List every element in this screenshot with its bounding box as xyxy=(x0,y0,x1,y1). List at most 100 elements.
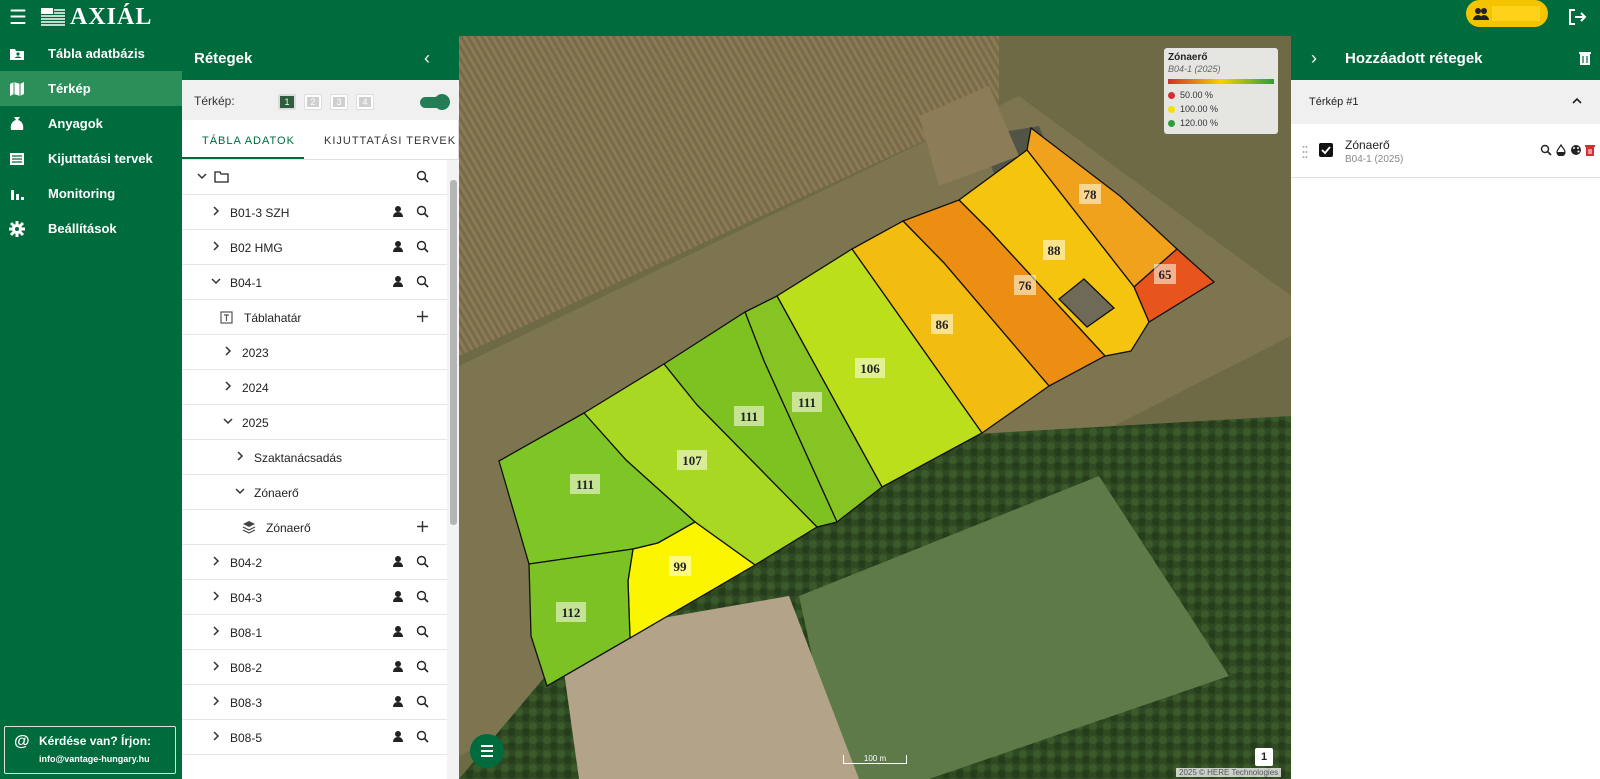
palette-icon[interactable] xyxy=(1570,144,1582,156)
chevron-right-icon[interactable] xyxy=(210,555,222,567)
added-layer-item[interactable]: Zónaerő B04-1 (2025) xyxy=(1291,124,1600,178)
layers-panel: Rétegek ‹ Térkép: 1 2 3 4 TÁBLA ADATOK K… xyxy=(182,36,459,779)
zoom-icon[interactable] xyxy=(416,170,429,183)
user-pin-icon[interactable] xyxy=(392,625,404,638)
nav-item-beallitasok[interactable]: Beállítások xyxy=(0,211,182,246)
tree-row[interactable]: Zónaerő xyxy=(182,475,447,510)
layer-visibility-checkbox[interactable] xyxy=(1319,143,1333,157)
add-icon[interactable] xyxy=(416,310,429,323)
user-pin-icon[interactable] xyxy=(392,240,404,253)
legend-item: 120.00 % xyxy=(1168,118,1218,128)
tree-row[interactable]: B08-3 xyxy=(182,685,447,720)
zoom-icon[interactable] xyxy=(416,695,429,708)
zoom-icon[interactable] xyxy=(416,730,429,743)
tab-tabla-adatok[interactable]: TÁBLA ADATOK xyxy=(202,135,295,147)
logout-icon[interactable] xyxy=(1566,6,1588,28)
tree-row[interactable]: 2024 xyxy=(182,370,447,405)
map-view[interactable]: 78 65 88 76 86 106 111 111 107 111 99 112 xyxy=(459,36,1291,779)
tree-row[interactable]: B08-2 xyxy=(182,650,447,685)
nav-item-terkep[interactable]: Térkép xyxy=(0,71,182,106)
chevron-right-icon[interactable] xyxy=(210,205,222,217)
tree-row[interactable]: B08-5 xyxy=(182,720,447,755)
chevron-down-icon[interactable] xyxy=(210,275,222,287)
tab-kijuttatasi-tervek[interactable]: KIJUTTATÁSI TERVEK xyxy=(324,135,456,147)
map-select-2[interactable]: 2 xyxy=(304,94,322,110)
nav-item-monitoring[interactable]: Monitoring xyxy=(0,176,182,211)
opacity-icon[interactable] xyxy=(1555,144,1567,156)
nav-item-tabla-adatbazis[interactable]: Tábla adatbázis xyxy=(0,36,182,71)
tree-row[interactable]: B02 HMG xyxy=(182,230,447,265)
chevron-right-icon[interactable] xyxy=(222,380,234,392)
add-icon[interactable] xyxy=(416,520,429,533)
tree-row[interactable] xyxy=(182,160,447,195)
zoom-icon[interactable] xyxy=(416,240,429,253)
user-pin-icon[interactable] xyxy=(392,730,404,743)
tree-row[interactable]: 2023 xyxy=(182,335,447,370)
map-select-3[interactable]: 3 xyxy=(330,94,348,110)
layer-tree-scrollbar[interactable] xyxy=(447,160,459,779)
app-logo[interactable]: AXIÁL xyxy=(40,3,152,31)
map-canvas[interactable]: 78 65 88 76 86 106 111 111 107 111 99 112 xyxy=(459,36,1291,779)
tree-row[interactable]: Szaktanácsadás xyxy=(182,440,447,475)
chevron-right-icon[interactable] xyxy=(234,450,246,462)
tree-row[interactable]: Táblahatár xyxy=(182,300,447,335)
help-box[interactable]: @ Kérdése van? Írjon: info@vantage-hunga… xyxy=(4,726,176,774)
legend-dot-red xyxy=(1168,92,1175,99)
map-menu-button[interactable] xyxy=(470,734,504,768)
chevron-right-icon[interactable] xyxy=(222,345,234,357)
user-pin-icon[interactable] xyxy=(392,695,404,708)
drag-handle-icon[interactable] xyxy=(1302,145,1308,159)
chevron-right-icon[interactable] xyxy=(210,625,222,637)
chevron-right-icon[interactable] xyxy=(210,695,222,707)
chevron-right-icon[interactable] xyxy=(210,660,222,672)
chevron-down-icon[interactable] xyxy=(196,170,208,182)
nav-item-anyagok[interactable]: Anyagok xyxy=(0,106,182,141)
tree-row[interactable]: B01-3 SZH xyxy=(182,195,447,230)
users-icon xyxy=(1473,8,1489,20)
tree-row[interactable]: B04-1 xyxy=(182,265,447,300)
map-select-4[interactable]: 4 xyxy=(356,94,374,110)
legend-item: 100.00 % xyxy=(1168,104,1218,114)
tree-row[interactable]: B08-1 xyxy=(182,615,447,650)
user-pin-icon[interactable] xyxy=(392,660,404,673)
tree-row[interactable]: B04-3 xyxy=(182,580,447,615)
chevron-right-icon[interactable] xyxy=(210,240,222,252)
trash-icon[interactable] xyxy=(1578,50,1592,66)
map-section-header[interactable]: Térkép #1 xyxy=(1291,80,1600,124)
added-layers-header: › Hozzáadott rétegek xyxy=(1291,36,1600,80)
user-menu-button[interactable] xyxy=(1466,0,1548,27)
user-pin-icon[interactable] xyxy=(392,590,404,603)
zoom-icon[interactable] xyxy=(416,275,429,288)
zoom-icon[interactable] xyxy=(416,205,429,218)
chevron-up-icon[interactable] xyxy=(1570,94,1584,108)
collapse-panel-icon[interactable]: ‹ xyxy=(424,48,430,69)
zoom-icon[interactable] xyxy=(1540,144,1552,156)
tree-row[interactable]: Zónaerő xyxy=(182,510,447,545)
legend-subtitle: B04-1 (2025) xyxy=(1168,64,1221,74)
map-select-1[interactable]: 1 xyxy=(278,94,296,110)
delete-layer-icon[interactable] xyxy=(1584,144,1596,156)
zoom-icon[interactable] xyxy=(416,660,429,673)
tree-row[interactable]: B04-2 xyxy=(182,545,447,580)
user-pin-icon[interactable] xyxy=(392,275,404,288)
menu-icon[interactable]: ☰ xyxy=(6,6,30,30)
zoom-icon[interactable] xyxy=(416,625,429,638)
scrollbar-thumb[interactable] xyxy=(450,180,457,525)
zone-label: 88 xyxy=(1048,243,1062,258)
logo-text: AXIÁL xyxy=(70,3,153,30)
zone-label: 65 xyxy=(1159,267,1173,282)
chevron-right-icon[interactable] xyxy=(210,730,222,742)
chevron-right-icon[interactable] xyxy=(210,590,222,602)
collapse-right-panel-icon[interactable]: › xyxy=(1311,48,1317,69)
user-pin-icon[interactable] xyxy=(392,205,404,218)
tree-row[interactable]: 2025 xyxy=(182,405,447,440)
user-pin-icon[interactable] xyxy=(392,555,404,568)
logo-flag-icon xyxy=(41,8,65,26)
nav-item-kijuttatasi-tervek[interactable]: Kijuttatási tervek xyxy=(0,141,182,176)
zoom-icon[interactable] xyxy=(416,555,429,568)
map-sync-toggle[interactable] xyxy=(420,94,450,110)
chevron-down-icon[interactable] xyxy=(222,415,234,427)
chevron-down-icon[interactable] xyxy=(234,485,246,497)
help-email[interactable]: info@vantage-hungary.hu xyxy=(39,754,150,764)
zoom-icon[interactable] xyxy=(416,590,429,603)
